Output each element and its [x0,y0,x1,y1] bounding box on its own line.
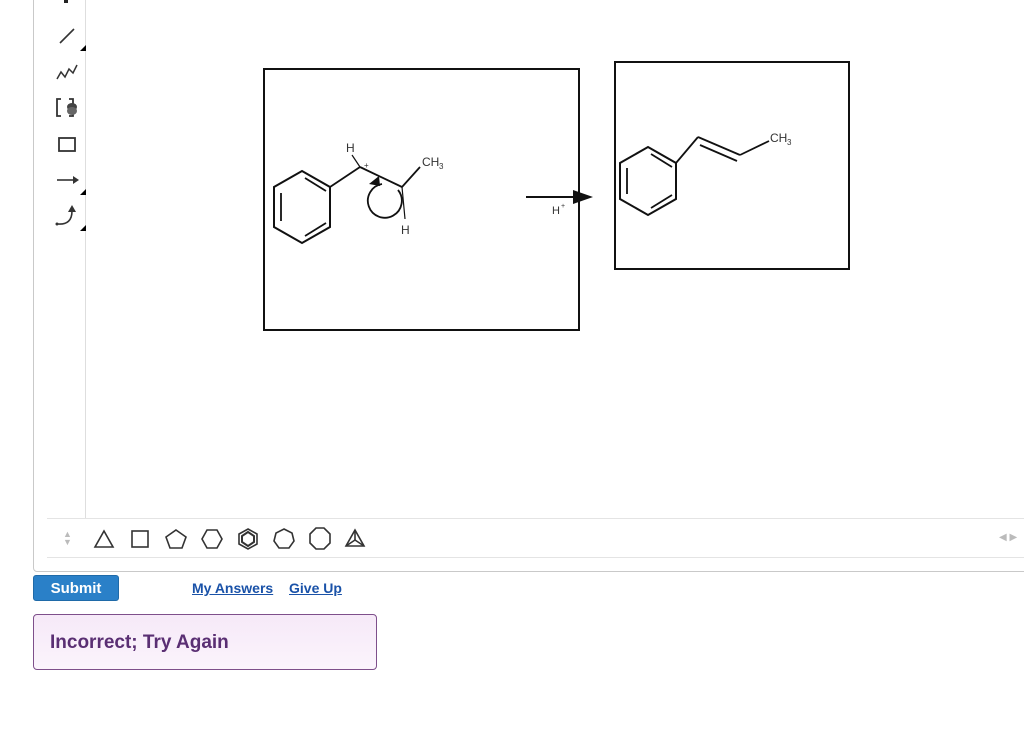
feedback-box: Incorrect; Try Again [33,614,377,670]
curved-arrow-icon [55,205,76,226]
heptagon-icon [273,528,295,549]
reactant-molecule[interactable] [273,154,421,245]
arrow-reagent-label: H [552,205,560,217]
reaction-arrow[interactable] [526,190,593,204]
shape-octagon[interactable] [307,526,333,552]
shape-triangle[interactable] [91,526,117,552]
octagon-icon [309,527,331,550]
tool-partial-icon [64,0,68,3]
reactant-ch3-subscript: 3 [439,162,444,171]
my-answers-link[interactable]: My Answers [192,580,273,596]
pentagon-icon [165,529,187,549]
reactant-h-top-label: H [346,141,355,155]
triangle-icon [93,529,115,548]
reaction-drawing: H + CH 3 H H + CH 3 [263,61,850,331]
reactant-ch3-label: CH [422,155,439,169]
shape-pentagon[interactable] [163,526,189,552]
arrow-right-icon [57,176,79,184]
shape-benzene[interactable] [235,526,261,552]
shape-bicyclic[interactable] [343,526,369,552]
shape-hexagon[interactable] [199,526,225,552]
product-ch3-subscript: 3 [787,138,792,147]
submit-button[interactable]: Submit [33,575,119,601]
shape-heptagon[interactable] [271,526,297,552]
rectangle-icon [58,137,76,152]
hexagon-icon [201,529,223,549]
single-bond-icon [59,28,75,44]
single-bond-tool[interactable] [54,23,86,51]
curved-arrow-tool[interactable] [54,203,86,231]
reactant-h-bottom-label: H [401,223,410,237]
product-ch3-label: CH [770,131,787,145]
bicyclic-icon [344,528,366,547]
bracket-tool[interactable] [54,95,80,121]
reaction-arrow-tool[interactable] [54,167,86,195]
benzene-icon [238,528,258,550]
product-molecule[interactable] [619,136,770,217]
shape-square[interactable] [127,526,153,552]
rectangle-tool[interactable] [54,131,80,157]
product-box[interactable] [614,61,850,270]
bracket-icon [56,98,77,117]
drawing-canvas[interactable]: H + CH 3 H H + CH 3 [86,0,1024,518]
reactant-box[interactable] [263,68,580,331]
vertical-scroll-arrows-icon[interactable]: ▲ ▼ [63,530,72,547]
give-up-link[interactable]: Give Up [289,580,342,596]
arrow-reagent-superscript: + [561,203,565,210]
left-toolbar [47,0,86,518]
feedback-message: Incorrect; Try Again [50,632,229,653]
chain-tool[interactable] [54,59,80,85]
chain-icon [56,64,78,80]
horizontal-scroll-arrows-icon[interactable]: ◀ ▶ [999,533,1017,543]
square-icon [131,530,149,548]
bottom-toolbar: ▲ ▼ ◀ ▶ [47,518,1024,558]
carbocation-charge-label: + [364,161,369,170]
